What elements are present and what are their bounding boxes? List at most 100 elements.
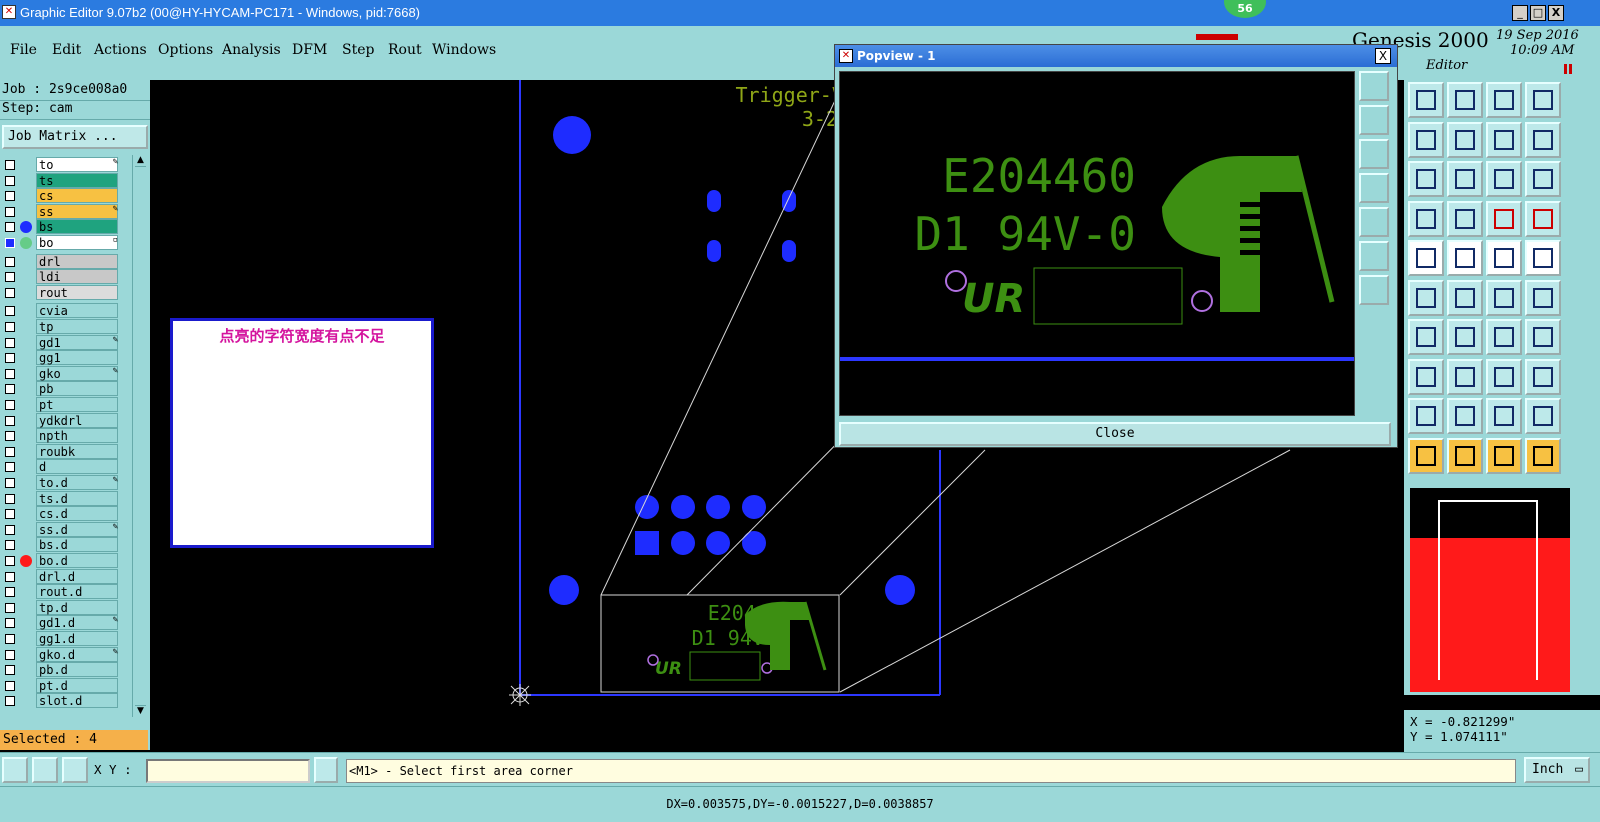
tool-button-15[interactable] (1486, 200, 1522, 237)
layer-row-gg1[interactable]: gg1 (0, 350, 136, 366)
layer-name[interactable]: pt (36, 397, 118, 412)
popview-zoom-out-button[interactable] (1359, 105, 1389, 135)
layer-row-cs[interactable]: cs (0, 188, 136, 204)
tool-button-12[interactable] (1525, 161, 1561, 197)
popview-fit-button[interactable] (1359, 241, 1389, 271)
layer-name[interactable]: npth (36, 428, 118, 444)
menu-dfm[interactable]: DFM (292, 42, 327, 58)
layer-checkbox[interactable] (5, 602, 15, 613)
layer-row-to[interactable]: to ✎ (0, 157, 136, 173)
tool-button-7[interactable] (1486, 121, 1522, 158)
popview-next-button[interactable] (1359, 207, 1389, 237)
tool-button-4[interactable] (1525, 82, 1561, 118)
tool-button-2[interactable] (1447, 82, 1483, 118)
layer-checkbox[interactable] (5, 272, 15, 283)
tool-button-20[interactable] (1525, 240, 1561, 276)
layer-checkbox[interactable] (5, 524, 15, 535)
tool-button-23[interactable] (1486, 279, 1522, 316)
tool-button-25[interactable] (1408, 319, 1444, 355)
layer-name[interactable]: drl (36, 253, 118, 269)
tool-button-22[interactable] (1447, 279, 1483, 316)
layer-checkbox[interactable] (5, 160, 15, 170)
layer-name[interactable]: gd1.d (36, 615, 118, 631)
tool-button-10[interactable] (1447, 161, 1483, 197)
menu-edit[interactable]: Edit (52, 42, 81, 58)
tool-button-40[interactable] (1525, 437, 1561, 474)
layer-row-ts-d[interactable]: ts.d (0, 490, 136, 507)
layer-name[interactable]: bo.d (36, 553, 118, 568)
layer-name[interactable]: tp.d (36, 599, 118, 615)
layer-row-bs-d[interactable]: bs.d (0, 537, 136, 553)
layer-row-to-d[interactable]: to.d ✎ (0, 475, 136, 491)
layer-checkbox[interactable] (5, 191, 15, 202)
layer-checkbox[interactable] (5, 540, 15, 551)
layer-checkbox[interactable] (5, 696, 15, 707)
layer-checkbox[interactable] (5, 634, 15, 644)
layer-checkbox[interactable] (5, 368, 15, 379)
layer-row-pt-d[interactable]: pt.d (0, 677, 136, 694)
menu-step[interactable]: Step (342, 42, 374, 58)
tool-button-3[interactable] (1486, 82, 1522, 118)
layer-name[interactable]: tp (36, 319, 118, 334)
layer-row-bo[interactable]: bo ▫ (0, 235, 136, 251)
menu-actions[interactable]: Actions (94, 42, 147, 58)
popview-canvas[interactable]: E204460 D1 94V-0 UR (839, 71, 1355, 416)
layer-checkbox[interactable] (5, 384, 15, 395)
tool-button-13[interactable] (1408, 200, 1444, 237)
layer-checkbox[interactable] (5, 587, 15, 598)
tool-button-34[interactable] (1447, 398, 1483, 434)
tool-button-35[interactable] (1486, 398, 1522, 434)
layer-row-pt[interactable]: pt (0, 397, 136, 413)
grid-button[interactable] (62, 757, 88, 783)
menu-options[interactable]: Options (158, 42, 213, 58)
layer-name[interactable]: ldi (36, 269, 118, 285)
layer-row-ydkdrl[interactable]: ydkdrl (0, 412, 136, 429)
layer-row-d[interactable]: d (0, 459, 136, 475)
tool-button-1[interactable] (1408, 82, 1444, 118)
layer-name[interactable]: gko.d (36, 646, 118, 662)
layer-name[interactable]: rout (36, 284, 118, 300)
tool-button-26[interactable] (1447, 319, 1483, 355)
layer-checkbox[interactable] (5, 322, 15, 332)
layer-name[interactable]: pb (36, 381, 118, 397)
layer-name[interactable]: bs (36, 219, 118, 235)
layer-name[interactable]: gd1 (36, 334, 118, 350)
layer-row-rout[interactable]: rout (0, 284, 136, 301)
tool-button-39[interactable] (1486, 437, 1522, 474)
tool-button-33[interactable] (1408, 398, 1444, 434)
popview-home-button[interactable] (1359, 275, 1389, 305)
layer-name[interactable]: roubk (36, 443, 118, 459)
tool-button-16[interactable] (1525, 200, 1561, 237)
layer-checkbox[interactable] (5, 478, 15, 488)
layer-name[interactable]: to.d (36, 475, 118, 490)
tool-button-38[interactable] (1447, 437, 1483, 474)
layer-name[interactable]: bs.d (36, 537, 118, 553)
layer-row-gko-d[interactable]: gko.d ✎ (0, 646, 136, 663)
scroll-down-arrow-icon[interactable]: ▼ (135, 705, 146, 717)
tool-button-11[interactable] (1486, 161, 1522, 197)
popview-close-x-button[interactable]: X (1375, 48, 1391, 64)
layer-row-rout-d[interactable]: rout.d (0, 584, 136, 600)
layer-checkbox[interactable] (5, 462, 15, 473)
layer-row-cs-d[interactable]: cs.d (0, 506, 136, 522)
scroll-up-arrow-icon[interactable]: ▲ (135, 155, 146, 167)
layer-row-ldi[interactable]: ldi (0, 269, 136, 285)
job-matrix-button[interactable]: Job Matrix ... (2, 125, 148, 149)
tool-button-28[interactable] (1525, 319, 1561, 355)
tool-button-14[interactable] (1447, 200, 1483, 237)
layer-checkbox[interactable] (5, 493, 15, 504)
tool-button-18[interactable] (1447, 240, 1483, 276)
layer-name[interactable]: ss.d (36, 521, 118, 537)
tool-button-37[interactable] (1408, 437, 1444, 474)
unit-select[interactable]: Inch ▭ (1524, 757, 1590, 783)
tool-button-6[interactable] (1447, 121, 1483, 158)
layer-row-bo-d[interactable]: bo.d (0, 553, 136, 569)
layer-name[interactable]: gg1.d (36, 631, 118, 646)
popview-zoom-in-button[interactable] (1359, 71, 1389, 101)
layer-name[interactable]: gg1 (36, 350, 118, 366)
tool-button-30[interactable] (1447, 358, 1483, 395)
layer-row-gd1[interactable]: gd1 ✎ (0, 334, 136, 351)
layer-row-ss[interactable]: ss ✎ (0, 203, 136, 220)
layer-name[interactable]: gko (36, 365, 118, 381)
layer-checkbox[interactable] (5, 415, 15, 426)
